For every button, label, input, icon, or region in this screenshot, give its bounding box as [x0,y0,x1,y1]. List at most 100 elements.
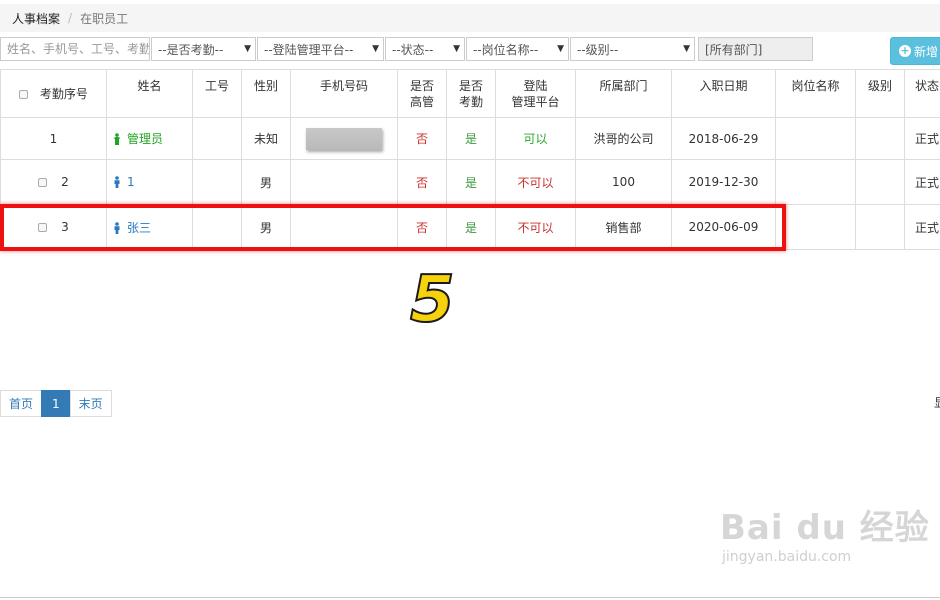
chevron-down-icon: ▼ [372,44,379,54]
department-picker[interactable]: [所有部门] [698,37,813,61]
breadcrumb-current: 在职员工 [80,11,129,26]
header-is-manager: 是否 高管 [397,69,447,118]
row-name[interactable]: 管理员 [106,117,193,160]
row-login-platform: 不可以 [495,204,576,250]
row-position [775,117,856,160]
pagination-info-text: 显 [934,394,940,411]
search-input[interactable] [0,37,150,61]
step-number-annotation: 5 [409,263,456,337]
level-select[interactable]: --级别-- ▼ [570,37,695,61]
table-row[interactable]: 3 张三 男 否 是 不可以 销售部 2020-06-09 正式 [0,204,940,250]
row-seq: 2 [0,159,107,205]
row-level [855,159,905,205]
position-select-value: --岗位名称-- [473,42,539,57]
row-hire-date: 2020-06-09 [671,204,776,250]
filter-bar: --是否考勤-- ▼ --登陆管理平台-- ▼ --状态-- ▼ --岗位名称-… [0,37,940,63]
header-seq: 考勤序号 [0,69,107,118]
login-platform-select[interactable]: --登陆管理平台-- ▼ [257,37,384,61]
chevron-down-icon: ▼ [453,44,460,54]
baidu-jingyan-watermark: Bai du 经验 jingyan.baidu.com [720,500,930,565]
row-level [855,117,905,160]
row-gender: 男 [241,204,291,250]
department-picker-value: [所有部门] [705,42,763,57]
status-select[interactable]: --状态-- ▼ [385,37,465,61]
attendance-select[interactable]: --是否考勤-- ▼ [151,37,256,61]
chevron-down-icon: ▼ [557,44,564,54]
watermark-logo: Bai du 经验 [720,508,930,548]
male-user-icon [114,221,120,234]
table-row[interactable]: 2 1 男 否 是 不可以 100 2019-12-30 正式 [0,159,940,205]
row-seq: 1 [0,117,107,160]
row-checkbox[interactable] [38,223,48,232]
row-job-no [192,117,242,160]
attendance-select-value: --是否考勤-- [158,42,224,57]
row-seq: 3 [0,204,107,250]
header-phone: 手机号码 [290,69,398,118]
header-is-attendance: 是否 考勤 [446,69,496,118]
breadcrumb-separator: / [68,11,73,25]
status-select-value: --状态-- [392,42,434,57]
header-login-platform: 登陆 管理平台 [495,69,576,118]
admin-user-icon [113,133,121,145]
header-department: 所属部门 [575,69,672,118]
row-is-attendance: 是 [446,204,496,250]
row-hire-date: 2018-06-29 [671,117,776,160]
select-all-checkbox[interactable] [19,89,29,99]
row-name[interactable]: 1 [106,159,193,205]
first-page-button[interactable]: 首页 [0,390,43,417]
row-phone [290,204,398,250]
header-level: 级别 [855,69,905,118]
add-employee-button[interactable]: + 新增 [890,37,940,65]
row-department: 100 [575,159,672,205]
breadcrumb: 人事档案 / 在职员工 [0,4,940,32]
row-department: 洪哥的公司 [575,117,672,160]
header-hire-date[interactable]: 入职日期 [671,69,776,118]
row-status: 正式 [904,117,940,160]
pagination: 首页 1 末页 [0,390,112,417]
employee-table: 考勤序号 姓名 工号 性别 手机号码 是否 高管 是否 考勤 登陆 管理平台 所… [0,69,940,250]
header-status: 状态 [904,69,940,118]
row-name[interactable]: 张三 [106,204,193,250]
row-phone [290,117,398,160]
watermark-url: jingyan.baidu.com [722,549,852,565]
last-page-button[interactable]: 末页 [69,390,112,417]
add-button-label: 新增 [914,44,939,59]
chevron-down-icon: ▼ [683,44,690,54]
row-is-manager: 否 [397,159,447,205]
header-job-no: 工号 [192,69,242,118]
row-is-manager: 否 [397,204,447,250]
row-login-platform: 不可以 [495,159,576,205]
breadcrumb-root[interactable]: 人事档案 [12,10,60,27]
row-login-platform: 可以 [495,117,576,160]
row-is-attendance: 是 [446,117,496,160]
position-select[interactable]: --岗位名称-- ▼ [466,37,569,61]
row-department: 销售部 [575,204,672,250]
row-hire-date: 2019-12-30 [671,159,776,205]
row-gender: 未知 [241,117,291,160]
header-gender: 性别 [241,69,291,118]
row-status: 正式 [904,204,940,250]
plus-circle-icon: + [899,44,911,57]
row-position [775,204,856,250]
male-user-icon [114,176,120,188]
row-job-no [192,159,242,205]
chevron-down-icon: ▼ [244,44,251,54]
bottom-divider [0,597,940,598]
row-checkbox[interactable] [38,178,48,187]
table-row[interactable]: 1 管理员 未知 否 是 可以 洪哥的公司 2018-06-29 正式 [0,117,940,160]
level-select-value: --级别-- [577,42,619,57]
login-platform-select-value: --登陆管理平台-- [264,42,354,57]
page-button-current[interactable]: 1 [41,390,71,417]
row-status: 正式 [904,159,940,205]
header-position: 岗位名称 [775,69,856,118]
row-is-attendance: 是 [446,159,496,205]
row-job-no [192,204,242,250]
header-name[interactable]: 姓名 [106,69,193,118]
row-is-manager: 否 [397,117,447,160]
row-gender: 男 [241,159,291,205]
row-level [855,204,905,250]
redacted-phone-block [306,127,382,150]
table-header-row: 考勤序号 姓名 工号 性别 手机号码 是否 高管 是否 考勤 登陆 管理平台 所… [0,69,940,118]
row-phone [290,159,398,205]
row-position [775,159,856,205]
